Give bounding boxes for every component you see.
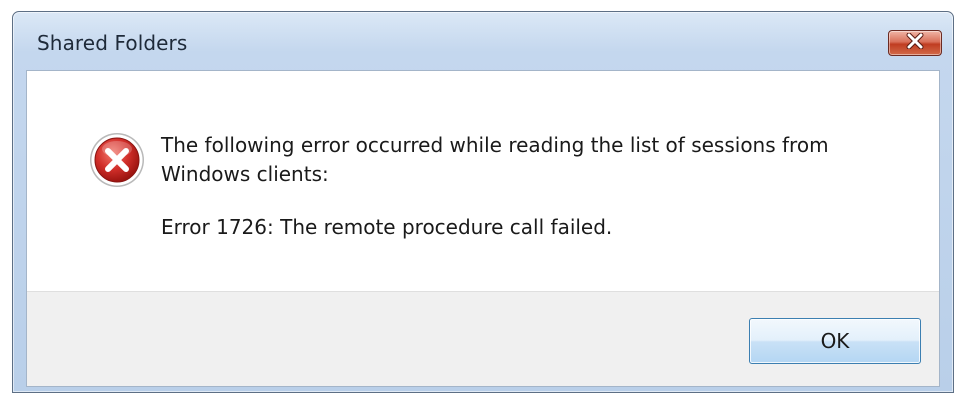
dialog-client-area: The following error occurred while readi… — [26, 70, 940, 387]
button-bar: OK — [27, 291, 939, 386]
message-area: The following error occurred while readi… — [27, 71, 939, 292]
error-dialog: Shared Folders The following error occur… — [12, 11, 954, 393]
error-message-line-1: The following error occurred while readi… — [161, 133, 829, 157]
ok-button[interactable]: OK — [749, 318, 921, 364]
error-detail: Error 1726: The remote procedure call fa… — [161, 215, 613, 239]
error-message-line-2: Windows clients: — [161, 162, 329, 186]
error-icon — [88, 131, 146, 189]
close-icon — [904, 32, 926, 53]
close-button[interactable] — [888, 30, 942, 56]
window-title: Shared Folders — [37, 31, 188, 55]
title-bar[interactable]: Shared Folders — [13, 12, 953, 70]
error-message: The following error occurred while readi… — [161, 131, 921, 242]
